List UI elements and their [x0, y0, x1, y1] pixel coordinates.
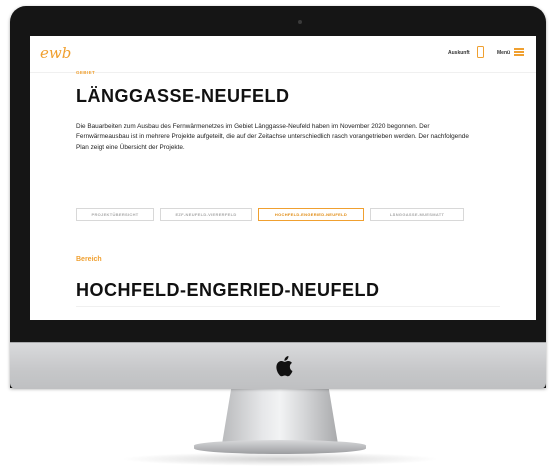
- project-tabs: PROJEKTÜBERSICHT EZF-NEUFELD-VIERERFELD …: [76, 208, 506, 222]
- monitor-stand: [222, 388, 338, 444]
- section-label: Bereich: [76, 256, 102, 263]
- page-title: LÄNGGASSE-NEUFELD: [76, 86, 290, 106]
- phone-icon[interactable]: [477, 46, 484, 58]
- apple-logo-icon: [276, 356, 293, 377]
- tab-hochfeld-engeried-neufeld[interactable]: HOCHFELD-ENGERIED-NEUFELD: [258, 208, 364, 221]
- tab-projektuebersicht[interactable]: PROJEKTÜBERSICHT: [76, 208, 154, 221]
- tab-laenggasse-muesmatt[interactable]: LÄNGGASSE-MUESMATT: [370, 208, 464, 221]
- auskunft-link[interactable]: Auskunft: [448, 50, 470, 56]
- section-title: HOCHFELD-ENGERIED-NEUFELD: [76, 280, 380, 300]
- ewb-logo[interactable]: ewb: [40, 44, 71, 62]
- desk-shadow: [120, 452, 440, 466]
- webcam: [298, 20, 302, 24]
- divider: [76, 306, 500, 307]
- tab-ezf-neufeld-viererfeld[interactable]: EZF-NEUFELD-VIERERFELD: [160, 208, 252, 221]
- site-header: ewb Auskunft Menü: [30, 36, 536, 73]
- intro-paragraph: Die Bauarbeiten zum Ausbau des Fernwärme…: [76, 123, 469, 151]
- browser-screen: ewb Auskunft Menü GEBIET LÄNGGASSE-NEUFE…: [30, 36, 536, 320]
- page-eyebrow: GEBIET: [76, 70, 96, 75]
- monitor-chin: [10, 342, 546, 389]
- burger-menu-icon[interactable]: [514, 48, 524, 56]
- imac-monitor: ewb Auskunft Menü GEBIET LÄNGGASSE-NEUFE…: [10, 6, 546, 389]
- monitor-stand-base: [194, 440, 366, 454]
- menu-link[interactable]: Menü: [497, 50, 510, 56]
